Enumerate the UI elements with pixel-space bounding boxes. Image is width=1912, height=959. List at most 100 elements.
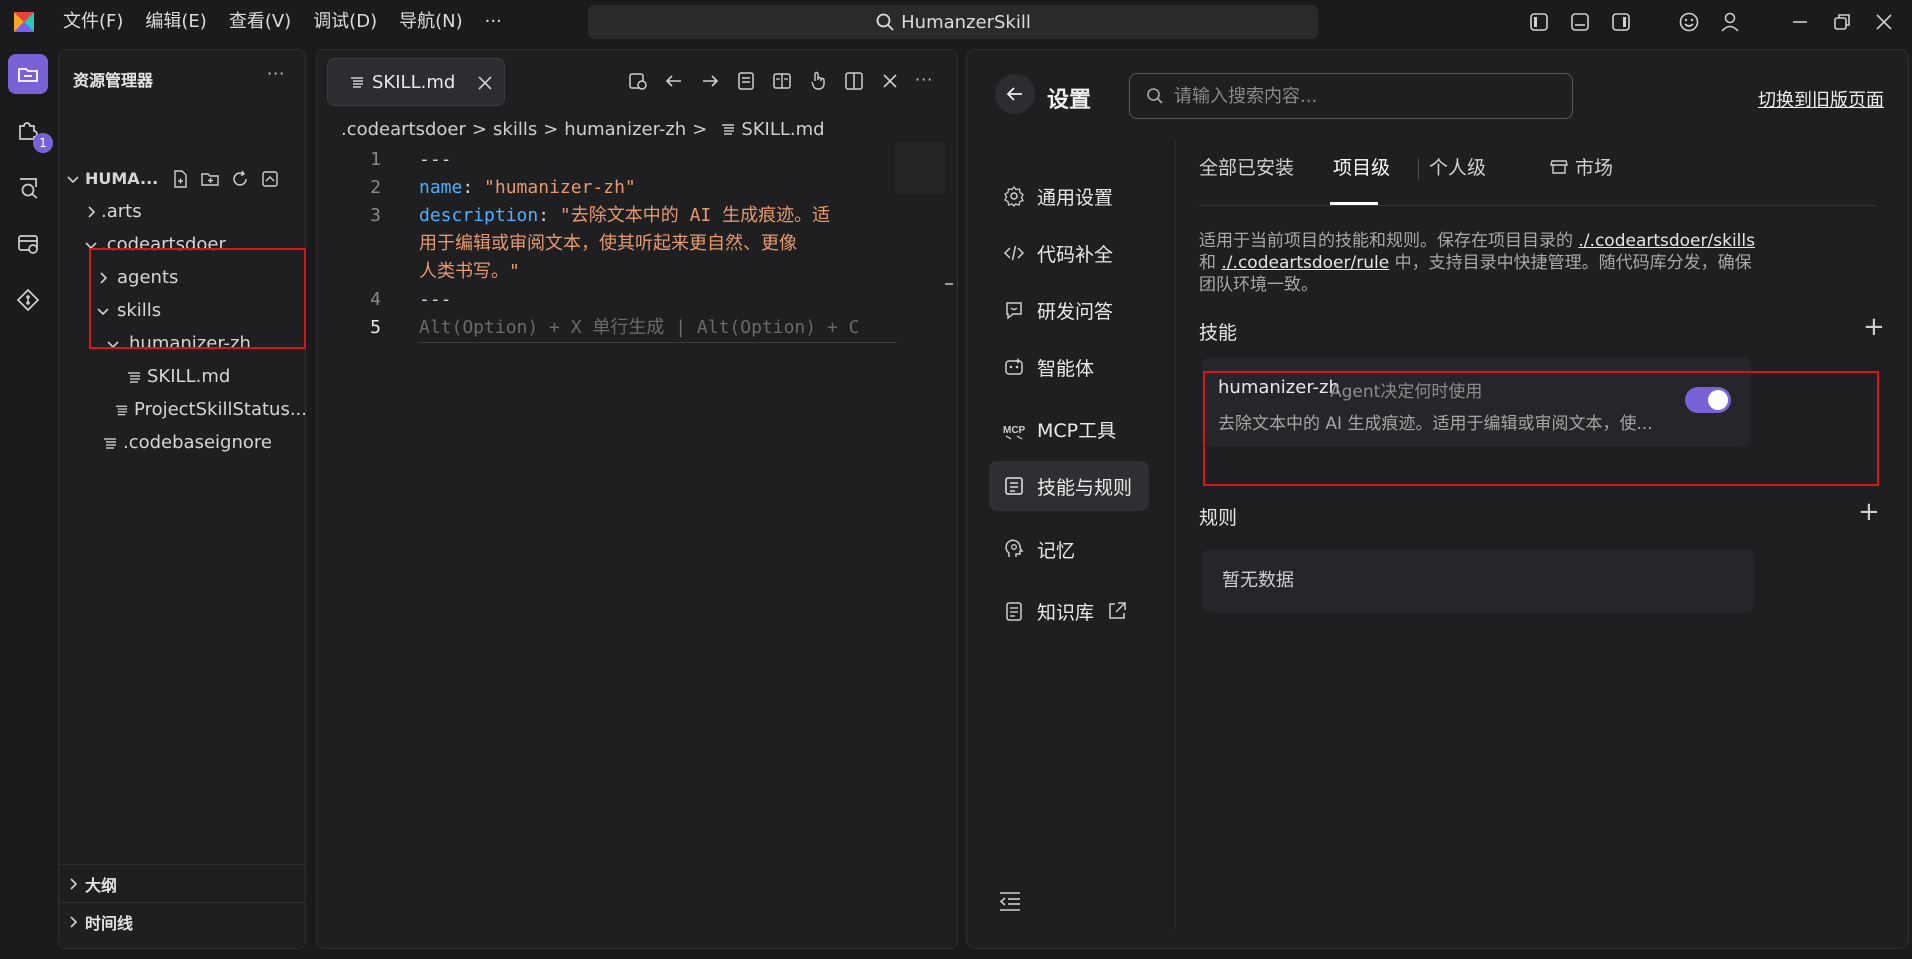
- nav-memory[interactable]: 记忆: [989, 524, 1149, 574]
- tree-item-arts[interactable]: .arts: [59, 195, 305, 228]
- nav-label: 研发问答: [1037, 300, 1114, 323]
- menu-edit[interactable]: 编辑(E): [134, 0, 217, 44]
- scope-description: 适用于当前项目的技能和规则。保存在项目目录的 ./.codeartsdoer/s…: [1199, 230, 1759, 296]
- remote-icon[interactable]: [8, 224, 48, 264]
- back-button[interactable]: [995, 74, 1035, 114]
- open-preview-icon[interactable]: [627, 70, 649, 92]
- breadcrumb-item[interactable]: skills: [493, 119, 537, 140]
- restore-icon[interactable]: [1830, 10, 1854, 34]
- app-logo-icon: [10, 8, 38, 36]
- tab-separator: [1418, 158, 1419, 180]
- menu-bar: 文件(F) 编辑(E) 查看(V) 调试(D) 导航(N) ···: [52, 0, 513, 44]
- code-text: name: "humanizer-zh": [419, 174, 636, 202]
- menu-navigate[interactable]: 导航(N): [388, 0, 474, 44]
- yaml-key: description: [419, 205, 539, 226]
- nav-label: 通用设置: [1037, 186, 1114, 209]
- nav-agent[interactable]: 智能体: [989, 342, 1149, 392]
- tree-item-projectskillstatus[interactable]: ProjectSkillStatus...: [59, 393, 305, 426]
- chat-icon: [1006, 302, 1022, 320]
- editor-more-button[interactable]: ···: [915, 70, 933, 89]
- close-tab-icon[interactable]: [476, 74, 494, 92]
- arrow-right-icon[interactable]: [699, 70, 721, 92]
- layout-left-icon[interactable]: [1527, 10, 1551, 34]
- refresh-icon[interactable]: [230, 169, 250, 189]
- collapse-sidebar-icon[interactable]: [997, 888, 1023, 914]
- breadcrumb-separator: >: [543, 118, 559, 140]
- settings-panel: 设置 切换到旧版页面 通用设置 代码补全 研发问答 智能体 MCP MCP工具 …: [966, 49, 1909, 949]
- add-skill-button[interactable]: +: [1863, 312, 1885, 342]
- nav-code-completion[interactable]: 代码补全: [989, 228, 1149, 278]
- chevron-down-icon: [67, 175, 79, 183]
- skills-dir-link[interactable]: ./.codeartsdoer/skills: [1578, 231, 1755, 251]
- layout-right-icon[interactable]: [1609, 10, 1633, 34]
- layout-bottom-icon[interactable]: [1568, 10, 1592, 34]
- breadcrumb-separator: >: [692, 118, 708, 140]
- nav-dev-qa[interactable]: 研发问答: [989, 285, 1149, 335]
- tab-project-level[interactable]: 项目级: [1333, 153, 1390, 180]
- breadcrumb-item[interactable]: humanizer-zh: [564, 119, 686, 140]
- feedback-icon[interactable]: [1677, 10, 1701, 34]
- description-text: 适用于当前项目的技能和规则。保存在项目目录的: [1199, 231, 1579, 251]
- tab-personal-level[interactable]: 个人级: [1429, 153, 1486, 180]
- breadcrumb-item[interactable]: SKILL.md: [741, 119, 824, 140]
- tab-skill-md[interactable]: SKILL.md: [327, 58, 505, 106]
- highlight-box-skills: [89, 248, 306, 349]
- new-folder-icon[interactable]: [200, 169, 220, 189]
- nav-divider: [1175, 140, 1176, 930]
- breadcrumb: .codeartsdoer > skills > humanizer-zh > …: [341, 114, 825, 144]
- active-tab-underline: [1330, 202, 1378, 205]
- close-window-icon[interactable]: [1872, 10, 1896, 34]
- hand-pointer-icon[interactable]: [807, 70, 829, 92]
- nav-label: 记忆: [1037, 539, 1076, 562]
- minimap[interactable]: [895, 142, 945, 194]
- collapse-all-icon[interactable]: [260, 169, 280, 189]
- document-icon[interactable]: [735, 70, 757, 92]
- tree-item-skill-md[interactable]: SKILL.md: [59, 360, 305, 393]
- tab-market[interactable]: 市场: [1549, 153, 1613, 180]
- search-icon: [1147, 88, 1163, 104]
- nav-general-settings[interactable]: 通用设置: [989, 171, 1149, 221]
- rule-dir-link[interactable]: ./.codeartsdoer/rule: [1221, 253, 1389, 273]
- tree-root[interactable]: HUMA...: [59, 162, 305, 195]
- switch-old-page-link[interactable]: 切换到旧版页面: [1758, 86, 1884, 112]
- line-number: 1: [370, 149, 381, 170]
- timeline-section[interactable]: 时间线: [59, 902, 305, 940]
- account-icon[interactable]: [1718, 10, 1742, 34]
- tree-item-codebaseignore[interactable]: .codebaseignore: [59, 426, 305, 459]
- line-number: 3: [370, 205, 381, 226]
- explorer-panel: 资源管理器 ··· HUMA... .arts .codeartsdoer ag…: [58, 49, 306, 949]
- yaml-value: "去除文本中的 AI 生成痕迹。适: [559, 205, 831, 226]
- file-lines-icon: [104, 437, 116, 449]
- code-text: ---: [419, 289, 452, 310]
- file-lines-icon: [351, 77, 363, 88]
- menu-file[interactable]: 文件(F): [52, 0, 134, 44]
- menu-view[interactable]: 查看(V): [218, 0, 302, 44]
- new-file-icon[interactable]: [170, 169, 190, 189]
- settings-search-input[interactable]: [1174, 85, 1554, 107]
- outline-section[interactable]: 大纲: [59, 864, 305, 902]
- git-icon[interactable]: [8, 280, 48, 320]
- menu-more[interactable]: ···: [474, 0, 513, 44]
- nav-mcp-tools[interactable]: MCP MCP工具: [989, 404, 1149, 454]
- search-icon[interactable]: [8, 168, 48, 208]
- outline-label: 大纲: [85, 875, 118, 895]
- book-icon[interactable]: [771, 70, 793, 92]
- explorer-icon[interactable]: [8, 54, 48, 94]
- nav-label: 知识库: [1037, 601, 1095, 624]
- nav-skills-rules[interactable]: 技能与规则: [989, 461, 1149, 511]
- nav-knowledge-base[interactable]: 知识库: [989, 586, 1149, 636]
- breadcrumb-item[interactable]: .codeartsdoer: [341, 119, 466, 140]
- split-editor-icon[interactable]: [843, 70, 865, 92]
- menu-debug[interactable]: 调试(D): [302, 0, 388, 44]
- settings-search-box[interactable]: [1129, 73, 1573, 119]
- close-editor-icon[interactable]: [879, 70, 901, 92]
- explorer-more-button[interactable]: ···: [267, 64, 285, 83]
- arrow-left-icon[interactable]: [663, 70, 685, 92]
- line-number: 2: [370, 177, 381, 198]
- minimize-icon[interactable]: [1788, 10, 1812, 34]
- tab-all-installed[interactable]: 全部已安装: [1199, 153, 1294, 180]
- extensions-icon[interactable]: 1: [8, 110, 53, 153]
- command-search-box[interactable]: HumanzerSkill: [588, 5, 1318, 39]
- add-rule-button[interactable]: +: [1858, 497, 1880, 527]
- tabs-divider: [1199, 205, 1877, 206]
